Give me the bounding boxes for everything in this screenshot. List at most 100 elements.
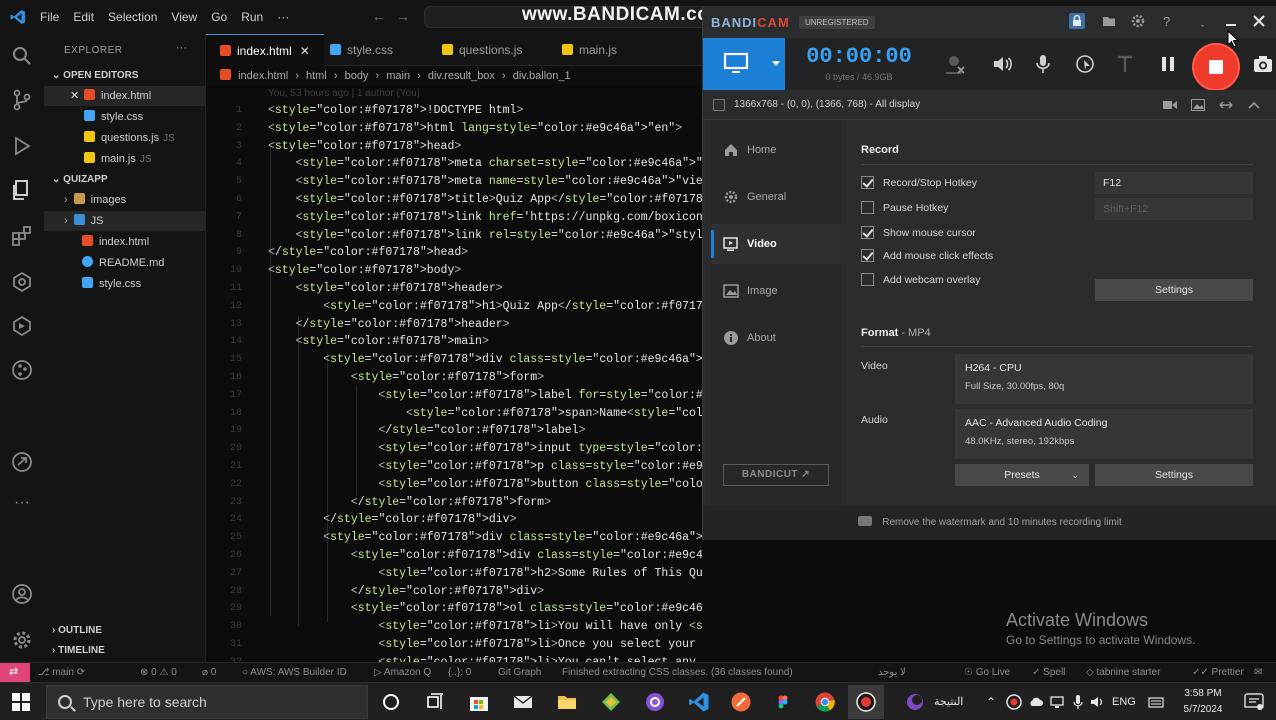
remote-indicator[interactable]: ⇄ <box>0 663 30 682</box>
go-live-item[interactable]: ☉ Go Live <box>964 663 1010 682</box>
speaker-icon[interactable] <box>991 52 1015 76</box>
code-line[interactable]: </style="color:#f07178">label> <box>268 422 702 440</box>
code-line[interactable]: <style="color:#f07178">head> <box>268 138 702 156</box>
prettier-item[interactable]: ✓✓ Prettier <box>1192 663 1244 682</box>
close-icon[interactable] <box>1251 13 1267 29</box>
audio-format-box[interactable]: AAC - Advanced Audio Coding 48.0KHz, ste… <box>955 409 1253 459</box>
lock-icon[interactable] <box>1069 13 1085 29</box>
nav-image[interactable]: Image <box>711 271 841 311</box>
video-icon[interactable] <box>1163 99 1177 111</box>
capture-target-checkbox[interactable] <box>713 99 725 111</box>
code-line[interactable]: <style="color:#f07178">link rel=style="c… <box>268 227 702 245</box>
code-editor[interactable]: You, 53 hours ago | 1 author (You) 12345… <box>206 86 702 662</box>
code-line[interactable]: <style="color:#f07178">h2>Some Rules of … <box>268 565 702 583</box>
breadcrumb-item[interactable]: div.result_box <box>428 70 495 82</box>
format-settings-button[interactable]: Settings <box>1095 464 1253 486</box>
show-cursor-checkbox[interactable]: Show mouse cursor <box>861 225 976 241</box>
tree-file[interactable]: style.css <box>82 274 141 294</box>
volume-icon[interactable] <box>1090 694 1106 710</box>
code-line[interactable]: <style="color:#f07178">span>Name<style="… <box>268 405 702 423</box>
postman-icon[interactable] <box>730 691 752 713</box>
chrome-icon[interactable] <box>814 691 836 713</box>
nav-home[interactable]: Home <box>711 130 841 170</box>
nav-about[interactable]: About <box>711 318 841 358</box>
code-line[interactable]: <style="color:#f07178">input type=style=… <box>268 440 702 458</box>
menu-more[interactable]: ··· <box>277 10 289 24</box>
breadcrumb-item[interactable]: index.html <box>238 70 288 82</box>
minimize-tray-icon[interactable] <box>1195 13 1211 29</box>
mail-icon[interactable] <box>512 691 534 713</box>
code-line[interactable]: </style="color:#f07178">head> <box>268 244 702 262</box>
code-line[interactable]: </style="color:#f07178">div> <box>268 511 702 529</box>
code-line[interactable]: <style="color:#f07178">label for=style="… <box>268 387 702 405</box>
weather-icon[interactable] <box>904 691 926 713</box>
code-line[interactable]: <style="color:#f07178">body> <box>268 262 702 280</box>
language-indicator[interactable]: ENG <box>1112 683 1136 720</box>
chevron-up-icon[interactable]: ⌃ <box>986 683 996 720</box>
code-line[interactable]: <style="color:#f07178">div class=style="… <box>268 351 702 369</box>
open-editor-item[interactable]: main.js JS <box>84 149 152 169</box>
tab-index-html[interactable]: index.html ✕ <box>206 34 324 66</box>
menu-file[interactable]: File <box>40 10 59 24</box>
tree-file[interactable]: index.html <box>82 232 149 252</box>
tree-folder[interactable]: › JS <box>44 211 206 231</box>
store-icon[interactable] <box>468 691 490 713</box>
tab-questions-js[interactable]: questions.js <box>442 34 522 66</box>
resize-icon[interactable] <box>1219 99 1233 111</box>
code-line[interactable]: <style="color:#f07178">html lang=style="… <box>268 120 702 138</box>
aws-icon[interactable] <box>10 314 34 338</box>
github-desktop-icon[interactable] <box>644 691 666 713</box>
pause-hotkey-field[interactable]: Shift+F12 <box>1095 198 1253 220</box>
menu-view[interactable]: View <box>171 10 197 24</box>
breadcrumb-item[interactable]: main <box>386 70 410 82</box>
project-header[interactable]: ⌄ QUIZAPP <box>52 174 108 185</box>
menu-selection[interactable]: Selection <box>108 10 157 24</box>
breadcrumb-item[interactable]: html <box>306 70 327 82</box>
chevron-up-icon[interactable] <box>1247 99 1261 111</box>
git-graph-icon[interactable] <box>10 358 34 382</box>
text-overlay-icon[interactable] <box>1113 52 1137 76</box>
cortana-icon[interactable] <box>380 691 402 713</box>
search-icon[interactable] <box>10 44 34 68</box>
webcam-overlay-checkbox[interactable]: Add webcam overlay <box>861 272 980 288</box>
webcam-off-icon[interactable] <box>943 52 967 76</box>
live-share-icon[interactable] <box>10 450 34 474</box>
code-line[interactable]: <style="color:#f07178">button class=styl… <box>268 476 702 494</box>
explorer-icon[interactable] <box>10 178 34 202</box>
nav-video[interactable]: Video <box>711 224 841 264</box>
code-line[interactable]: <style="color:#f07178">!DOCTYPE html> <box>268 102 702 120</box>
open-editor-item[interactable]: questions.js JS <box>84 128 175 148</box>
bandicam-taskbar-item[interactable] <box>848 685 884 719</box>
camera-snapshot-icon[interactable] <box>1251 52 1275 76</box>
notifications-icon[interactable]: ✉ <box>1254 663 1262 682</box>
close-icon[interactable]: ✕ <box>70 86 79 106</box>
cloud-icon[interactable] <box>1028 694 1044 710</box>
nav-general[interactable]: General <box>711 177 841 217</box>
microphone-icon[interactable] <box>1031 52 1055 76</box>
record-settings-button[interactable]: Settings <box>1095 279 1253 301</box>
more-views-icon[interactable]: ··· <box>10 494 34 518</box>
code-line[interactable]: <style="color:#f07178">link href='https:… <box>268 209 702 227</box>
code-line[interactable]: <style="color:#f07178">main> <box>268 333 702 351</box>
gear-icon[interactable] <box>1130 13 1146 29</box>
code-line[interactable]: <style="color:#f07178">ol class=style="c… <box>268 600 702 618</box>
back-arrow-icon[interactable]: ← <box>372 8 396 24</box>
windows-start-icon[interactable] <box>12 693 30 711</box>
code-lines[interactable]: <style="color:#f07178">!DOCTYPE html> <st… <box>268 102 702 662</box>
code-line[interactable]: <style="color:#f07178">title>Quiz App</s… <box>268 191 702 209</box>
bandicut-button[interactable]: BANDICUT ↗ <box>723 464 829 486</box>
tab-main-js[interactable]: main.js <box>562 34 617 66</box>
settings-gear-icon[interactable] <box>10 628 34 652</box>
problems-item[interactable]: ⊗ 0 ⚠ 0 <box>140 663 177 682</box>
menu-go[interactable]: Go <box>211 10 227 24</box>
stop-record-button[interactable] <box>1192 43 1240 91</box>
run-debug-icon[interactable] <box>10 134 34 158</box>
spell-item[interactable]: ✓ Spell <box>1032 663 1065 682</box>
keyboard-icon[interactable] <box>1148 694 1164 710</box>
video-format-box[interactable]: H264 - CPU Full Size, 30.00fps, 80q <box>955 354 1253 404</box>
menu-run[interactable]: Run <box>241 10 263 24</box>
code-line[interactable]: </style="color:#f07178">form> <box>268 494 702 512</box>
record-hotkey-field[interactable]: F12 <box>1095 172 1253 194</box>
network-icon[interactable] <box>1050 694 1066 710</box>
record-stop-hotkey-checkbox[interactable]: Record/Stop Hotkey <box>861 175 977 191</box>
